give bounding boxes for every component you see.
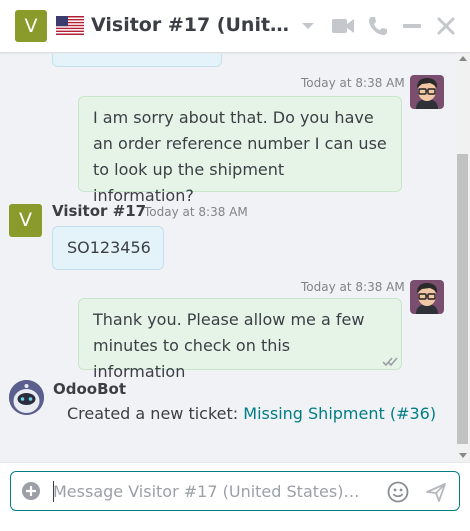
read-check-icon: [382, 357, 398, 366]
scrollbar-thumb[interactable]: [457, 154, 468, 444]
composer: [10, 471, 460, 511]
agent-avatar: [410, 280, 444, 314]
visitor-avatar: V: [15, 10, 47, 42]
message-time: Today at 8:38 AM: [144, 205, 248, 219]
message-thread[interactable]: Today at 8:38 AM I am sorry about that. …: [0, 54, 455, 462]
video-camera-icon[interactable]: [330, 13, 356, 39]
chevron-down-icon[interactable]: [295, 13, 321, 39]
scroll-up-icon[interactable]: [459, 56, 467, 61]
bot-message-text: Created a new ticket: Missing Shipment (…: [67, 404, 436, 423]
text-caret: [53, 481, 54, 502]
scroll-down-icon[interactable]: [459, 453, 467, 458]
visitor-avatar: V: [9, 204, 42, 237]
message-text: SO123456: [67, 238, 151, 257]
chat-header: V Visitor #17 (United States): [0, 0, 470, 53]
add-attachment-icon[interactable]: [21, 481, 41, 501]
composer-area: [0, 462, 470, 531]
close-icon[interactable]: [433, 13, 459, 39]
message-text: Thank you. Please allow me a few minutes…: [93, 310, 365, 381]
flag-us-icon: [56, 16, 84, 35]
chat-title[interactable]: Visitor #17 (United States): [91, 12, 291, 38]
livechat-window: V Visitor #17 (United States): [0, 0, 470, 531]
message-input[interactable]: [53, 478, 373, 504]
message-bubble-partial: [52, 54, 222, 67]
message-time: Today at 8:38 AM: [301, 280, 405, 294]
phone-icon[interactable]: [365, 13, 391, 39]
message-bubble-outgoing: I am sorry about that. Do you have an or…: [78, 96, 402, 205]
ticket-link[interactable]: Missing Shipment (#36): [243, 404, 436, 423]
message-author: Visitor #17: [52, 202, 147, 220]
message-text: I am sorry about that. Do you have an or…: [93, 108, 387, 205]
send-icon[interactable]: [425, 481, 447, 503]
minimize-icon[interactable]: [399, 13, 425, 39]
message-time: Today at 8:38 AM: [301, 76, 405, 90]
message-bubble-outgoing: Thank you. Please allow me a few minutes…: [78, 298, 402, 381]
message-bubble-incoming: SO123456: [52, 226, 164, 270]
odoobot-avatar: [9, 380, 44, 415]
thread-scrollbar[interactable]: [455, 54, 470, 462]
message-author: OdooBot: [53, 380, 127, 398]
agent-avatar: [410, 75, 444, 109]
message-text: Created a new ticket:: [67, 404, 244, 423]
emoji-icon[interactable]: [387, 481, 409, 503]
